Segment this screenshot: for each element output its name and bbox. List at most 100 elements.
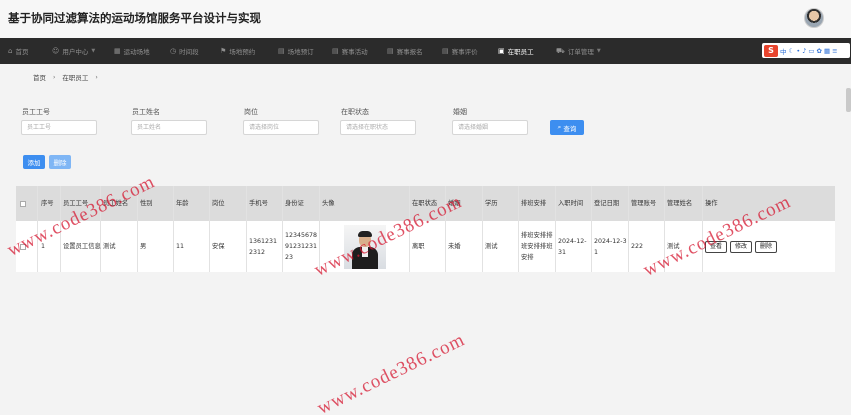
column-divider xyxy=(173,186,174,272)
nav-item-orders[interactable]: ⛟ 订单管理 ▼ xyxy=(556,38,601,64)
cell-marriage: 未婚 xyxy=(448,243,461,250)
post-label: 岗位 xyxy=(244,108,258,116)
cell-schedule: 排班安排排班安排排班安排 xyxy=(521,232,553,261)
nav-item-event-signup[interactable]: ▤ 赛事报名 xyxy=(387,38,423,64)
emp-no-label: 员工工号 xyxy=(22,108,50,116)
status-select[interactable]: 请选择在职状态 xyxy=(340,120,416,135)
header-post: 岗位 xyxy=(212,200,225,207)
nav-item-label: 时间段 xyxy=(179,48,199,56)
nav-item-label: 在职员工 xyxy=(507,48,534,56)
header-account: 管理账号 xyxy=(631,200,657,207)
delete-button[interactable]: 删除 xyxy=(755,240,778,253)
nav-item-label: 场地预订 xyxy=(287,48,314,56)
ime-mode-label: 中 xyxy=(780,47,787,56)
nav-item-user-center[interactable]: ☺ 用户中心 ▼ xyxy=(52,38,95,64)
nav-item-venues[interactable]: ▦ 运动场地 xyxy=(114,38,150,64)
header-manager-name: 管理姓名 xyxy=(667,200,693,207)
list-icon: ▤ xyxy=(278,47,285,55)
marriage-select[interactable]: 请选择婚姻 xyxy=(452,120,528,135)
nav-item-label: 场地预约 xyxy=(229,48,256,56)
checkbox[interactable] xyxy=(20,200,26,207)
breadcrumb-home[interactable]: 首页 xyxy=(33,72,46,82)
cell-gender: 男 xyxy=(140,243,147,250)
emp-name-input[interactable]: 员工姓名 xyxy=(131,120,207,135)
vertical-scrollbar[interactable] xyxy=(846,88,851,112)
briefcase-icon: ▣ xyxy=(498,47,505,55)
title-bar: 基于协同过滤算法的运动场馆服务平台设计与实现 xyxy=(0,0,851,38)
nav-item-label: 用户中心 xyxy=(62,48,89,56)
add-button[interactable]: 添加 xyxy=(23,155,45,169)
nav-item-label: 运动场地 xyxy=(123,48,150,56)
chevron-down-icon: ▼ xyxy=(91,48,96,54)
search-button-label: 查询 xyxy=(563,124,577,133)
clock-icon: ◷ xyxy=(170,47,177,55)
keyboard-icon: ▭ xyxy=(808,46,815,55)
emp-no-input[interactable]: 员工工号 xyxy=(21,120,97,135)
app-window: 基于协同过滤算法的运动场馆服务平台设计与实现 ⌂ 首页 ☺ 用户中心 ▼ ▦ 运动场地 … xyxy=(0,0,851,415)
column-divider xyxy=(482,186,483,272)
search-icon: ⌕ xyxy=(557,123,562,131)
home-icon: ⌂ xyxy=(8,47,13,55)
header-id-card: 身份证 xyxy=(285,200,304,207)
list-icon: ▤ xyxy=(332,47,339,55)
edit-button[interactable]: 修改 xyxy=(730,240,753,253)
nav-item-label: 订单管理 xyxy=(567,48,594,56)
cell-hire-date: 2024-12-31 xyxy=(558,237,587,256)
column-divider xyxy=(702,186,703,272)
punctuation-icon: • xyxy=(796,46,801,55)
cell-age: 11 xyxy=(176,243,185,250)
skin-icon: ✿ xyxy=(816,46,822,55)
ime-toolbar[interactable]: S 中 ☾ • ♪ ▭ ✿ ▦ ≡ xyxy=(762,43,850,58)
nav-item-time-slots[interactable]: ◷ 时间段 xyxy=(170,38,199,64)
cell-education: 测试 xyxy=(485,243,498,250)
chevron-right-icon: › xyxy=(53,73,56,81)
nav-item-events[interactable]: ▤ 赛事活动 xyxy=(332,38,368,64)
select-all-checkbox[interactable] xyxy=(20,186,34,221)
nav-item-label: 赛事活动 xyxy=(341,48,368,56)
marriage-label: 婚姻 xyxy=(453,108,467,116)
column-divider xyxy=(282,186,283,272)
cart-icon: ⛟ xyxy=(556,46,565,55)
breadcrumb: 首页 › 在职员工 › xyxy=(33,72,105,83)
nav-item-label: 赛事报名 xyxy=(396,48,423,56)
chevron-down-icon: ▼ xyxy=(596,48,601,54)
header-avatar: 头像 xyxy=(322,200,335,207)
grid-icon: ▦ xyxy=(114,47,121,55)
column-divider xyxy=(591,186,592,272)
header-phone: 手机号 xyxy=(249,200,268,207)
cell-phone: 13612312312 xyxy=(249,237,278,256)
nav-item-label: 首页 xyxy=(15,48,29,56)
nav-item-event-review[interactable]: ▤ 赛事评价 xyxy=(442,38,478,64)
mic-icon: ♪ xyxy=(802,46,807,55)
cell-emp-name: 测试 xyxy=(103,243,116,250)
nav-item-venue-booking[interactable]: ⚑ 场地预约 xyxy=(220,38,255,64)
header-hire-date: 入职时间 xyxy=(558,200,584,207)
post-select[interactable]: 请选择岗位 xyxy=(243,120,319,135)
header-schedule: 排班安排 xyxy=(521,200,547,207)
ime-logo-icon: S xyxy=(764,44,778,57)
flag-icon: ⚑ xyxy=(220,47,227,55)
nav-item-home[interactable]: ⌂ 首页 xyxy=(8,38,28,64)
user-icon: ☺ xyxy=(52,47,60,55)
header-education: 学历 xyxy=(485,200,498,207)
column-divider xyxy=(518,186,519,272)
chevron-right-icon: › xyxy=(95,73,98,81)
nav-item-staff[interactable]: ▣ 在职员工 xyxy=(498,38,534,64)
search-button[interactable]: ⌕ 查询 xyxy=(550,120,584,135)
list-icon: ▤ xyxy=(442,47,449,55)
column-divider xyxy=(628,186,629,272)
column-divider xyxy=(246,186,247,272)
status-label: 在职状态 xyxy=(341,108,369,116)
avatar[interactable] xyxy=(804,8,824,28)
batch-delete-button[interactable]: 删除 xyxy=(49,155,71,169)
nav-item-label: 赛事评价 xyxy=(451,48,478,56)
column-divider xyxy=(555,186,556,272)
tools-icon: ▦ xyxy=(823,46,831,55)
menu-icon: ≡ xyxy=(832,46,838,55)
header-age: 年龄 xyxy=(176,200,189,207)
watermark: www.code386.com xyxy=(314,329,469,415)
cell-post: 安保 xyxy=(212,243,225,250)
breadcrumb-current: 在职员工 xyxy=(62,74,89,82)
nav-item-venue-reservation[interactable]: ▤ 场地预订 xyxy=(278,38,314,64)
top-nav: ⌂ 首页 ☺ 用户中心 ▼ ▦ 运动场地 ◷ 时间段 ⚑ 场地预约 ▤ 场地预订 ▤ 赛事活动 … xyxy=(0,38,851,64)
